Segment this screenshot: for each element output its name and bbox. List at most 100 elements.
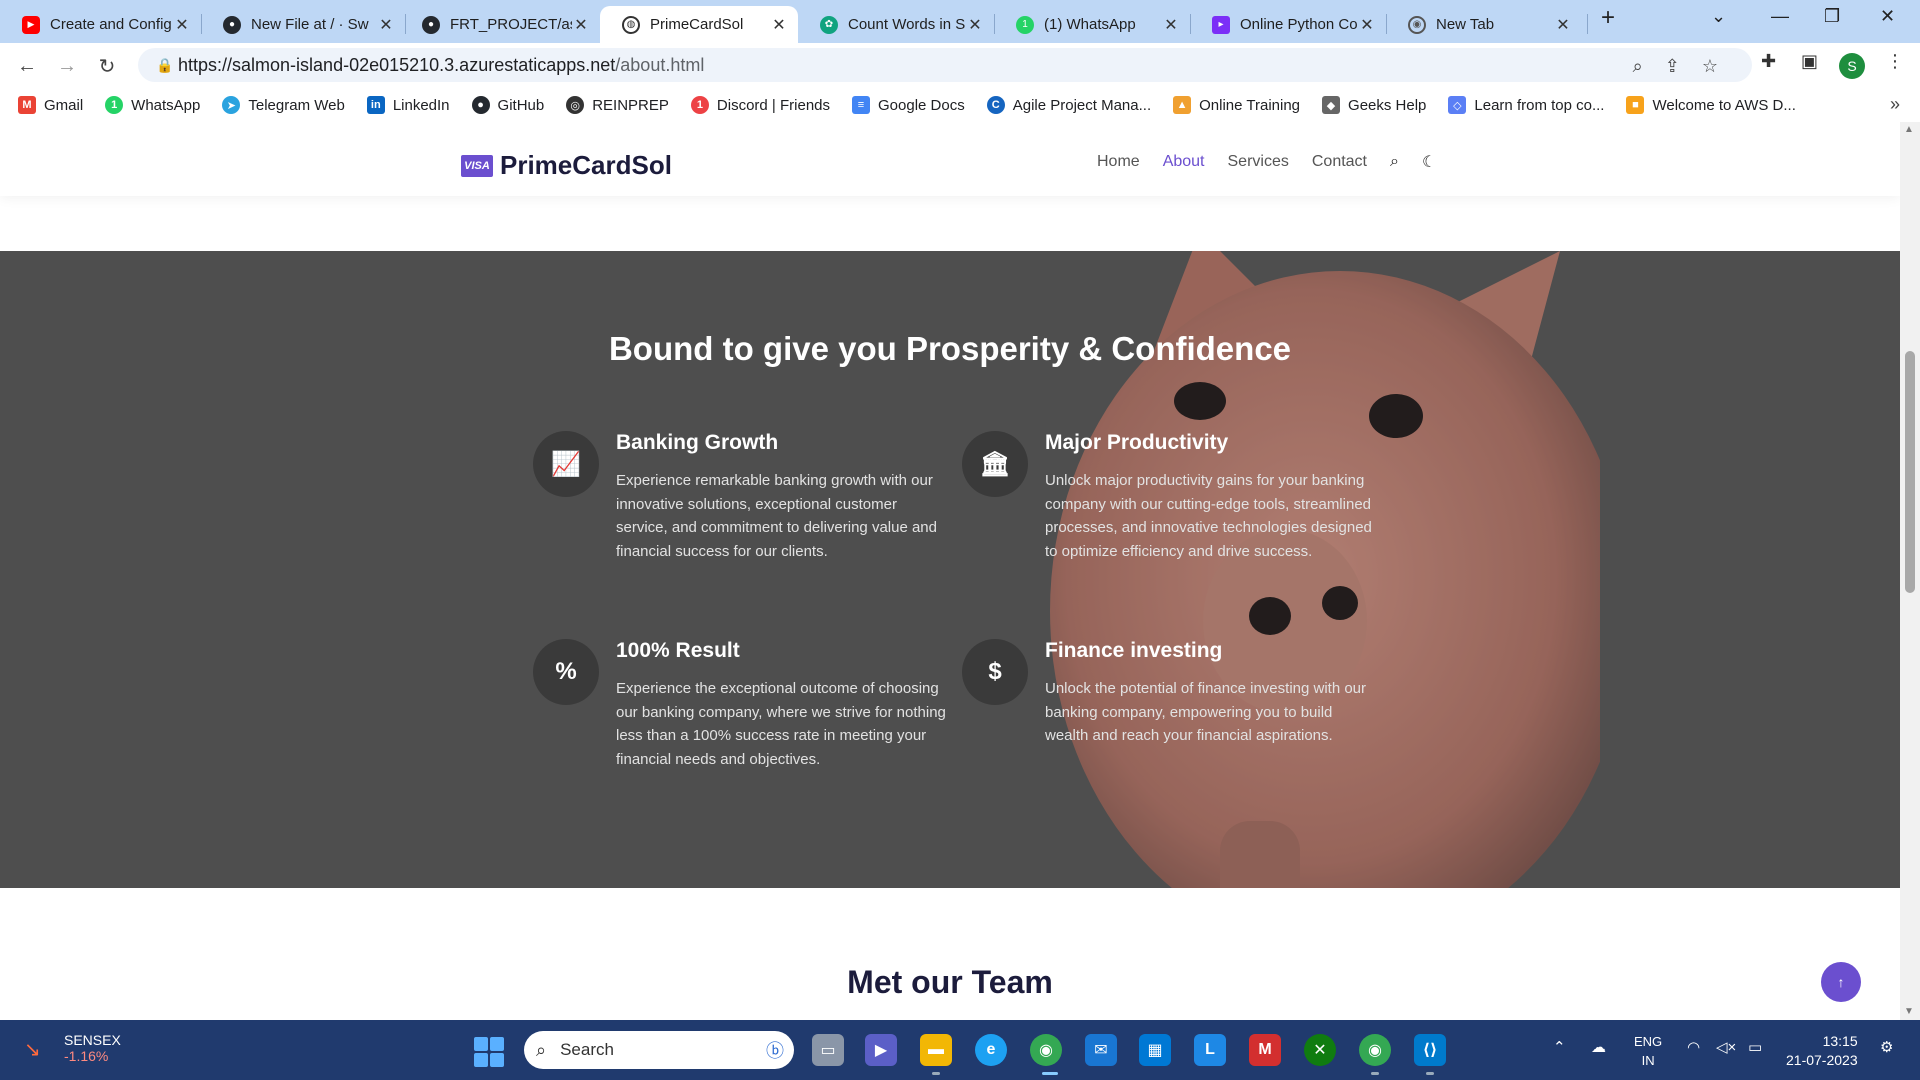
microsoft-store-icon[interactable]: ▦: [1139, 1034, 1171, 1066]
file-explorer-icon[interactable]: ▬: [920, 1034, 952, 1066]
speaker-muted-icon[interactable]: ◁×: [1716, 1038, 1736, 1056]
onedrive-cloud-icon[interactable]: ☁: [1591, 1038, 1606, 1056]
close-icon[interactable]: ✕: [770, 15, 788, 35]
lock-icon[interactable]: 🔒: [156, 57, 178, 74]
share-icon[interactable]: ⇪: [1665, 56, 1680, 77]
site-logo[interactable]: VISA PrimeCardSol: [461, 150, 672, 181]
nav-services[interactable]: Services: [1228, 153, 1289, 171]
close-icon[interactable]: ✕: [572, 15, 590, 35]
scroll-up-arrow-icon[interactable]: ▲: [1904, 124, 1914, 135]
zoom-icon[interactable]: ⌕: [1633, 56, 1643, 77]
tab-create-and-config[interactable]: ▶ Create and Config ✕: [0, 6, 201, 43]
teams-chat-icon[interactable]: ▶: [865, 1034, 897, 1066]
bing-icon[interactable]: ⓑ: [766, 1037, 784, 1063]
system-clock[interactable]: 13:15 21-07-2023: [1786, 1032, 1858, 1070]
bookmark-telegram-web[interactable]: ➤ Telegram Web: [222, 96, 345, 114]
bookmark-label: Online Training: [1199, 96, 1301, 114]
profile-avatar[interactable]: S: [1839, 53, 1865, 79]
search-icon[interactable]: ⌕: [1390, 153, 1399, 171]
taskbar-search[interactable]: ⌕ Search ⓑ: [524, 1031, 794, 1069]
bookmark-google-docs[interactable]: ≡ Google Docs: [852, 96, 965, 114]
address-bar[interactable]: 🔒 https://salmon-island-02e015210.3.azur…: [138, 48, 1752, 82]
scrollbar-thumb[interactable]: [1905, 351, 1915, 593]
bookmark-gmail[interactable]: M Gmail: [18, 96, 83, 114]
tab-new-file[interactable]: ● New File at / · Sw ✕: [201, 6, 405, 43]
bookmark-online-training[interactable]: ▲ Online Training: [1173, 96, 1300, 114]
tab-title: New Tab: [1436, 16, 1495, 33]
notification-bell-icon[interactable]: ⚙: [1880, 1038, 1893, 1056]
bookmark-whatsapp[interactable]: 1 WhatsApp: [105, 96, 200, 114]
close-icon[interactable]: ✕: [173, 15, 191, 35]
feature-text: Experience remarkable banking growth wit…: [616, 472, 937, 560]
page-scrollbar[interactable]: ▲ ▼: [1900, 122, 1920, 1020]
tray-chevron-up-icon[interactable]: ⌃: [1553, 1038, 1566, 1056]
browser-tab-strip: ▶ Create and Config ✕ ● New File at / · …: [0, 0, 1920, 43]
windows-taskbar: ↘ SENSEX -1.16% ⌕ Search ⓑ ▭ ▶ ▬ e ◉ ✉ ▦…: [0, 1020, 1920, 1080]
mail-icon[interactable]: ✉: [1085, 1034, 1117, 1066]
bookmark-reinprep[interactable]: ◎ REINPREP: [566, 96, 669, 114]
close-icon[interactable]: ✕: [1162, 15, 1180, 35]
tab-title: Create and Config: [50, 16, 172, 33]
stock-change: -1.16%: [64, 1048, 109, 1064]
bank-icon: 🏛: [962, 431, 1028, 497]
tab-count-words[interactable]: ✿ Count Words in S ✕: [798, 6, 994, 43]
bookmark-geeks-help[interactable]: ◆ Geeks Help: [1322, 96, 1426, 114]
bookmark-github[interactable]: ● GitHub: [471, 96, 544, 114]
kebab-menu-icon[interactable]: ⋮: [1886, 51, 1904, 72]
edge-icon[interactable]: e: [975, 1034, 1007, 1066]
tab-frt-project[interactable]: ● FRT_PROJECT/ass ✕: [400, 6, 600, 43]
bookmark-learn-from-top[interactable]: ◇ Learn from top co...: [1448, 96, 1604, 114]
bookmark-linkedin[interactable]: in LinkedIn: [366, 96, 450, 114]
more-bookmarks-icon[interactable]: »: [1890, 94, 1900, 115]
window-close-icon[interactable]: ✕: [1880, 6, 1895, 27]
vscode-icon[interactable]: ⟨⟩: [1414, 1034, 1446, 1066]
nav-contact[interactable]: Contact: [1312, 153, 1367, 171]
dark-mode-moon-icon[interactable]: ☾: [1422, 152, 1436, 172]
clock-date: 21-07-2023: [1786, 1052, 1858, 1068]
bookmark-star-icon[interactable]: ☆: [1702, 56, 1718, 77]
nav-about[interactable]: About: [1163, 153, 1205, 171]
mcafee-shield-icon[interactable]: M: [1249, 1034, 1281, 1066]
gmail-icon: M: [18, 96, 36, 114]
chrome-profile-icon[interactable]: ◉: [1359, 1034, 1391, 1066]
task-view-icon[interactable]: ▭: [812, 1034, 844, 1066]
wifi-icon[interactable]: ◠: [1687, 1038, 1700, 1056]
back-arrow-icon[interactable]: ←: [12, 51, 42, 81]
tab-primecardsol[interactable]: ◍ PrimeCardSol ✕: [600, 6, 798, 43]
stock-widget[interactable]: ↘ SENSEX -1.16%: [24, 1032, 121, 1064]
bookmark-discord[interactable]: 1 Discord | Friends: [690, 96, 830, 114]
tab-new-tab[interactable]: ◉ New Tab ✕: [1386, 6, 1582, 43]
chrome-icon[interactable]: ◉: [1030, 1034, 1062, 1066]
close-icon[interactable]: ✕: [377, 15, 395, 35]
bookmark-label: Telegram Web: [248, 96, 345, 114]
nav-home[interactable]: Home: [1097, 153, 1140, 171]
close-icon[interactable]: ✕: [1358, 15, 1376, 35]
xbox-icon[interactable]: ✕: [1304, 1034, 1336, 1066]
side-panel-icon[interactable]: ▣: [1801, 51, 1818, 72]
bookmark-aws[interactable]: ■ Welcome to AWS D...: [1626, 96, 1796, 114]
tab-search-chevron-icon[interactable]: ⌄: [1711, 6, 1726, 27]
site-nav: Home About Services Contact ⌕ ☾: [1097, 152, 1459, 172]
language-code: ENG: [1634, 1034, 1663, 1049]
language-indicator[interactable]: ENG IN: [1634, 1032, 1662, 1070]
url-host: https://salmon-island-02e015210.3.azures…: [178, 54, 616, 75]
new-tab-plus-icon[interactable]: +: [1601, 4, 1615, 32]
scroll-to-top-button[interactable]: ↑: [1821, 962, 1861, 1002]
minimize-icon[interactable]: —: [1771, 6, 1789, 27]
bookmark-label: LinkedIn: [392, 96, 450, 114]
extensions-puzzle-icon[interactable]: ✚: [1761, 51, 1776, 72]
globe-icon: ◎: [566, 96, 585, 114]
close-icon[interactable]: ✕: [966, 15, 984, 35]
tab-online-python[interactable]: ▸ Online Python Co ✕: [1190, 6, 1386, 43]
battery-icon[interactable]: ▭: [1748, 1038, 1762, 1056]
l-app-icon[interactable]: L: [1194, 1034, 1226, 1066]
restore-icon[interactable]: ❐: [1824, 6, 1840, 27]
forward-arrow-icon[interactable]: →: [52, 51, 82, 81]
reload-icon[interactable]: ↻: [92, 51, 122, 81]
windows-start-icon[interactable]: [474, 1037, 504, 1067]
bookmark-agile-project[interactable]: C Agile Project Mana...: [986, 96, 1151, 114]
scroll-down-arrow-icon[interactable]: ▼: [1904, 1006, 1914, 1017]
close-icon[interactable]: ✕: [1554, 15, 1572, 35]
bookmark-label: Geeks Help: [1348, 96, 1427, 114]
tab-whatsapp[interactable]: 1 (1) WhatsApp ✕: [994, 6, 1190, 43]
